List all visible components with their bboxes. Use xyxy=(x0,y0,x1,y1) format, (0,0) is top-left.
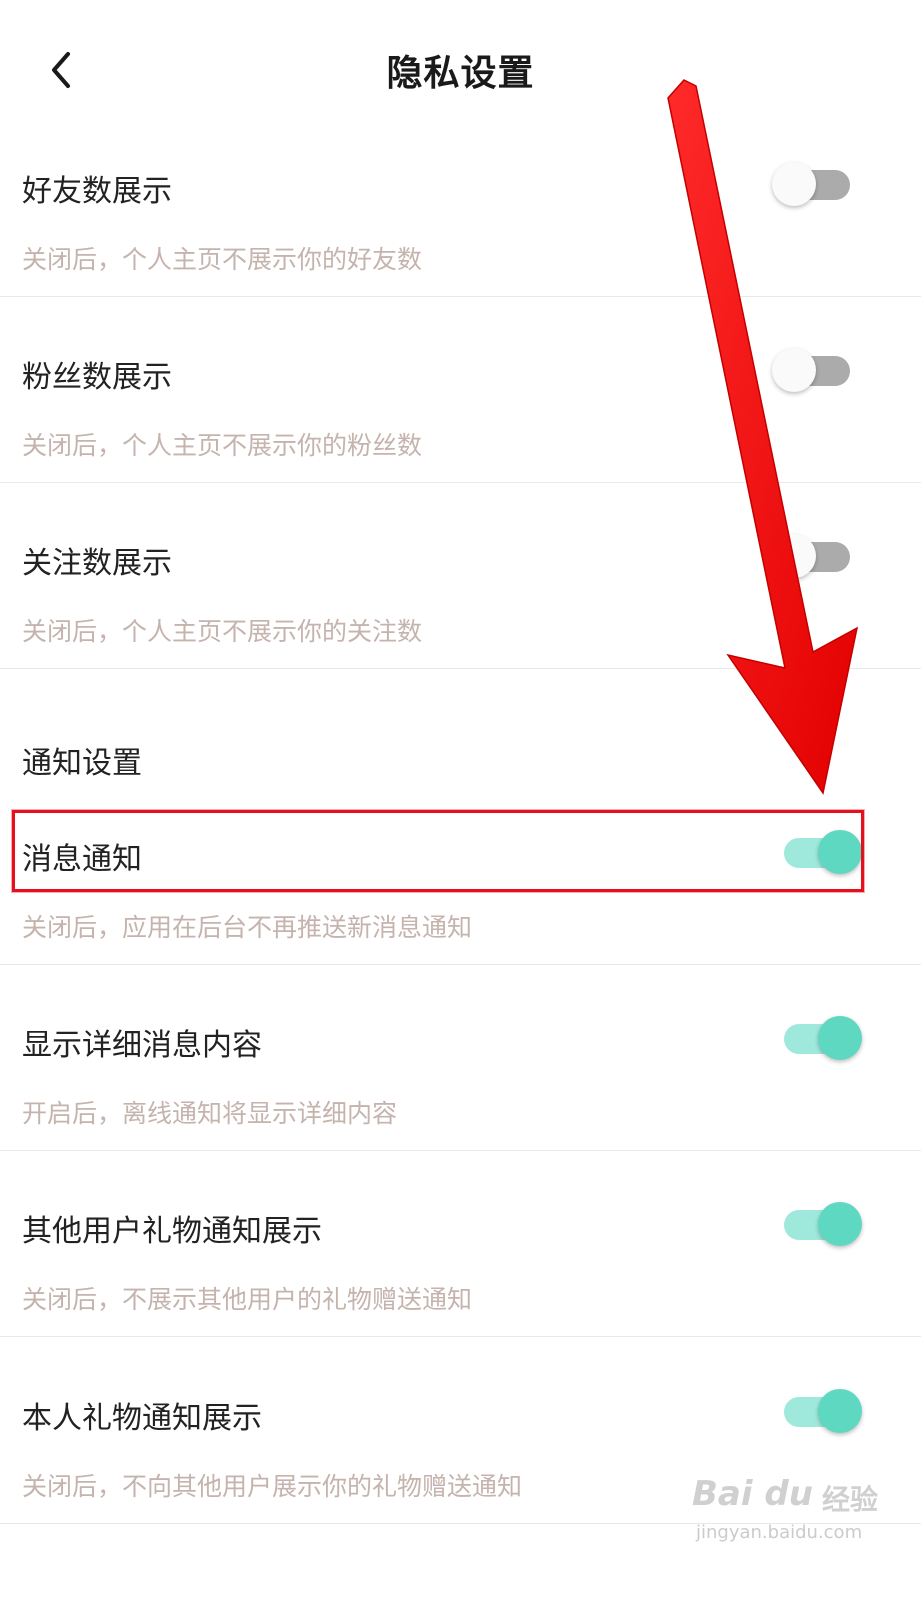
header-bar: 隐私设置 xyxy=(0,0,921,140)
detailed-content-toggle[interactable] xyxy=(778,1016,862,1060)
divider xyxy=(0,668,921,669)
following-count-title: 关注数展示 xyxy=(22,546,172,581)
message-notification-desc: 关闭后，应用在后台不再推送新消息通知 xyxy=(22,913,473,942)
detailed-content-desc: 开启后，离线通知将显示详细内容 xyxy=(22,1099,398,1128)
page-title: 隐私设置 xyxy=(386,53,535,94)
others-gift-notification-title: 其他用户礼物通知展示 xyxy=(22,1214,322,1249)
following-count-desc: 关闭后，个人主页不展示你的关注数 xyxy=(22,617,423,646)
others-gift-notification-desc: 关闭后，不展示其他用户的礼物赠送通知 xyxy=(22,1285,473,1314)
divider xyxy=(0,296,921,297)
toggle-knob xyxy=(818,1202,862,1246)
own-gift-notification-title: 本人礼物通知展示 xyxy=(22,1401,262,1436)
toggle-knob xyxy=(772,162,816,206)
toggle-knob xyxy=(772,348,816,392)
toggle-knob xyxy=(772,534,816,578)
toggle-knob xyxy=(818,830,862,874)
watermark-logo: Bai du xyxy=(692,1474,813,1514)
watermark-label: 经验 xyxy=(822,1483,879,1516)
message-notification-title: 消息通知 xyxy=(22,842,142,877)
friends-count-title: 好友数展示 xyxy=(22,174,172,209)
own-gift-notification-desc: 关闭后，不向其他用户展示你的礼物赠送通知 xyxy=(22,1472,523,1501)
fans-count-toggle[interactable] xyxy=(772,348,856,392)
detailed-content-title: 显示详细消息内容 xyxy=(22,1028,262,1063)
own-gift-notification-toggle[interactable] xyxy=(778,1389,862,1433)
divider xyxy=(0,1336,921,1337)
following-count-toggle[interactable] xyxy=(772,534,856,578)
divider xyxy=(0,482,921,483)
message-notification-toggle[interactable] xyxy=(778,830,862,874)
friends-count-toggle[interactable] xyxy=(772,162,856,206)
fans-count-desc: 关闭后，个人主页不展示你的粉丝数 xyxy=(22,431,423,460)
watermark-url: jingyan.baidu.com xyxy=(696,1522,863,1543)
divider xyxy=(0,1150,921,1151)
watermark: Bai du 经验 jingyan.baidu.com xyxy=(692,1468,892,1558)
section-title-notifications: 通知设置 xyxy=(22,746,142,781)
fans-count-title: 粉丝数展示 xyxy=(22,360,172,395)
toggle-knob xyxy=(818,1389,862,1433)
divider xyxy=(0,964,921,965)
divider xyxy=(0,1523,921,1524)
others-gift-notification-toggle[interactable] xyxy=(778,1202,862,1246)
toggle-knob xyxy=(818,1016,862,1060)
friends-count-desc: 关闭后，个人主页不展示你的好友数 xyxy=(22,245,423,274)
